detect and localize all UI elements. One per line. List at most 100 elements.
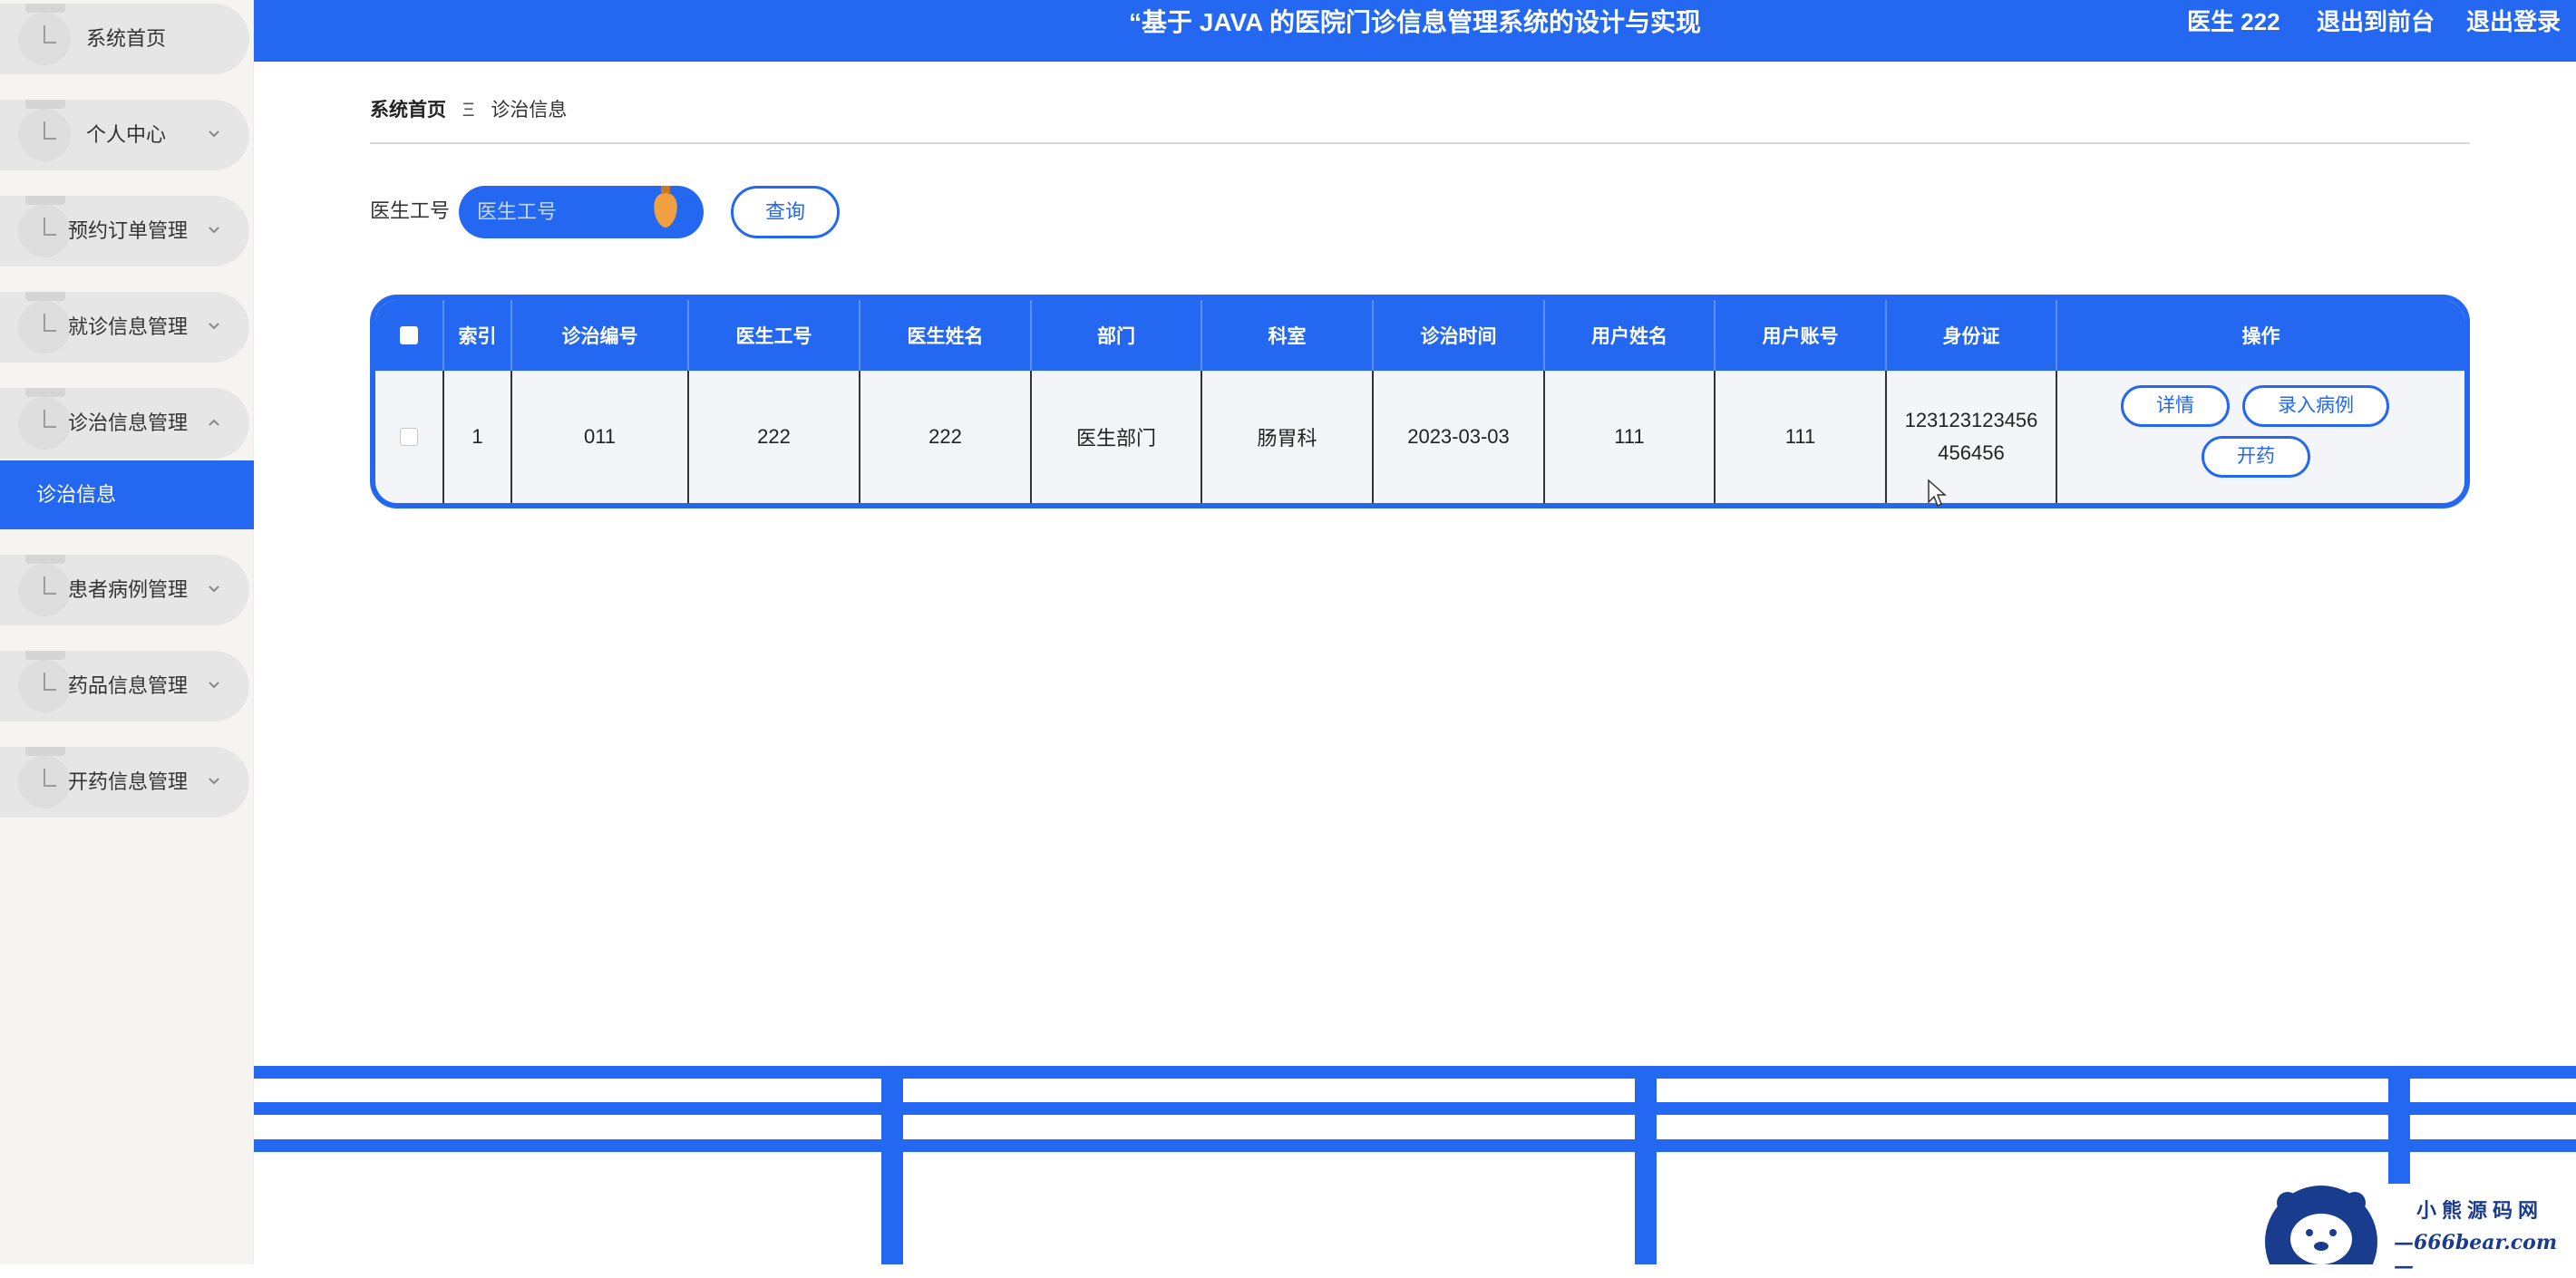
current-user-label: 医生 222 [2187, 8, 2280, 35]
select-all-cell [375, 300, 442, 371]
chevron-up-icon [209, 419, 219, 426]
watermark-title: 小熊源码网 [2416, 1199, 2544, 1223]
id-card-text: 123123123456 456456 [1905, 404, 2038, 470]
search-label: 医生工号 [370, 199, 451, 222]
sidebar-item-appointment-orders[interactable]: 预约订单管理 [0, 196, 249, 266]
breadcrumb: 系统首页 Ξ 诊治信息 [370, 96, 567, 125]
cell-department: 医生部门 [1030, 371, 1201, 503]
row-checkbox[interactable] [400, 428, 418, 446]
menu-tab-decoration [25, 100, 65, 109]
chevron-down-icon [209, 586, 219, 593]
menu-tab-decoration [25, 747, 65, 756]
cell-id-card: 123123123456 456456 [1885, 371, 2056, 503]
sidebar-item-label: 系统首页 [86, 27, 167, 50]
sidebar-subitem-treatment[interactable]: 诊治信息 [0, 460, 254, 529]
sidebar-item-drug-info[interactable]: 药品信息管理 [0, 651, 249, 721]
cell-doctor-no: 222 [687, 371, 859, 503]
sidebar-item-label: 就诊信息管理 [68, 315, 189, 338]
mouse-cursor-icon [1928, 479, 1947, 508]
record-case-button[interactable]: 录入病例 [2242, 385, 2389, 427]
breadcrumb-separator-icon: Ξ [462, 100, 475, 121]
decorative-post [2388, 1066, 2410, 1184]
column-header: 诊治时间 [1372, 300, 1543, 371]
menu-tab-decoration [25, 555, 65, 564]
sidebar-item-label: 预约订单管理 [68, 219, 189, 242]
menu-bullet-icon [18, 205, 71, 257]
column-header: 用户姓名 [1543, 300, 1714, 371]
sidebar-item-label: 诊治信息管理 [68, 411, 189, 434]
exit-to-front-link[interactable]: 退出到前台 [2317, 0, 2435, 44]
cell-actions: 详情 录入病例 开药 [2056, 371, 2464, 503]
column-header: 医生姓名 [859, 300, 1030, 371]
menu-tab-decoration [25, 388, 65, 397]
menu-bullet-icon [18, 301, 71, 353]
menu-bullet-icon [18, 564, 71, 616]
column-header: 科室 [1201, 300, 1372, 371]
query-button[interactable]: 查询 [731, 186, 840, 238]
menu-tab-decoration [25, 196, 65, 205]
sidebar-item-patient-records[interactable]: 患者病例管理 [0, 555, 249, 625]
sidebar: 系统首页 个人中心 预约订单管理 就诊信息管理 诊治信息管理 诊治信息 患者病例… [0, 0, 254, 1264]
menu-tab-decoration [25, 4, 65, 13]
column-header: 用户账号 [1714, 300, 1885, 371]
menu-bullet-icon [18, 660, 71, 712]
cell-user-account: 111 [1714, 371, 1885, 503]
id-card-line-1: 123123123456 [1904, 409, 2038, 431]
sidebar-item-treatment-info[interactable]: 诊治信息管理 [0, 388, 249, 459]
menu-bullet-icon [18, 13, 71, 65]
pin-icon [654, 186, 677, 228]
row-select-cell [375, 371, 442, 503]
page-title: “基于 JAVA 的医院门诊信息管理系统的设计与实现 [1129, 8, 1702, 36]
select-all-checkbox[interactable] [400, 326, 418, 344]
cell-treat-no: 011 [510, 371, 687, 503]
sidebar-item-label: 药品信息管理 [68, 674, 189, 697]
table-row: 1 011 222 222 医生部门 肠胃科 2023-03-03 111 11… [375, 371, 2464, 503]
cell-user-name: 111 [1543, 371, 1714, 503]
bear-logo-icon [2265, 1186, 2377, 1264]
doctor-no-search-input[interactable] [459, 186, 631, 238]
column-header: 索引 [442, 300, 510, 371]
cell-index: 1 [442, 371, 510, 503]
cell-section: 肠胃科 [1201, 371, 1372, 503]
chevron-down-icon [209, 323, 219, 330]
sidebar-subitem-label: 诊治信息 [36, 483, 117, 506]
breadcrumb-divider [370, 142, 2470, 144]
column-header: 医生工号 [687, 300, 859, 371]
cell-doctor-name: 222 [859, 371, 1030, 503]
detail-button[interactable]: 详情 [2121, 385, 2230, 427]
chevron-down-icon [209, 682, 219, 689]
chevron-down-icon [209, 778, 219, 785]
menu-bullet-icon [18, 397, 71, 450]
menu-bullet-icon [18, 756, 71, 808]
breadcrumb-current: 诊治信息 [491, 100, 568, 121]
decorative-rail [254, 1066, 2576, 1079]
logout-link[interactable]: 退出登录 [2466, 0, 2561, 44]
watermark-url: —666bear.com— [2394, 1231, 2558, 1278]
menu-bullet-icon [18, 109, 71, 161]
column-header: 身份证 [1885, 300, 2056, 371]
treatment-table: 索引 诊治编号 医生工号 医生姓名 部门 科室 诊治时间 用户姓名 用户账号 身… [370, 295, 2470, 508]
chevron-down-icon [209, 131, 219, 138]
sidebar-item-visit-info[interactable]: 就诊信息管理 [0, 292, 249, 363]
sidebar-item-home[interactable]: 系统首页 [0, 4, 249, 74]
cell-treat-time: 2023-03-03 [1372, 371, 1543, 503]
menu-tab-decoration [25, 292, 65, 301]
decorative-rail [254, 1139, 2576, 1152]
sidebar-item-label: 个人中心 [86, 123, 167, 146]
top-header: “基于 JAVA 的医院门诊信息管理系统的设计与实现 医生 222 退出到前台 … [254, 0, 2576, 62]
decorative-post [1635, 1066, 1657, 1264]
id-card-line-2: 456456 [1938, 441, 2005, 464]
column-header: 部门 [1030, 300, 1201, 371]
column-header: 操作 [2056, 300, 2464, 371]
chevron-down-icon [209, 227, 219, 234]
column-header: 诊治编号 [510, 300, 687, 371]
prescribe-button[interactable]: 开药 [2202, 436, 2310, 478]
search-field-wrapper [459, 186, 704, 238]
sidebar-item-label: 患者病例管理 [68, 578, 189, 601]
table-header: 索引 诊治编号 医生工号 医生姓名 部门 科室 诊治时间 用户姓名 用户账号 身… [375, 300, 2464, 371]
decorative-post [881, 1066, 903, 1264]
menu-tab-decoration [25, 651, 65, 660]
breadcrumb-home[interactable]: 系统首页 [370, 100, 446, 121]
sidebar-item-prescription-info[interactable]: 开药信息管理 [0, 747, 249, 818]
sidebar-item-personal-center[interactable]: 个人中心 [0, 100, 249, 170]
